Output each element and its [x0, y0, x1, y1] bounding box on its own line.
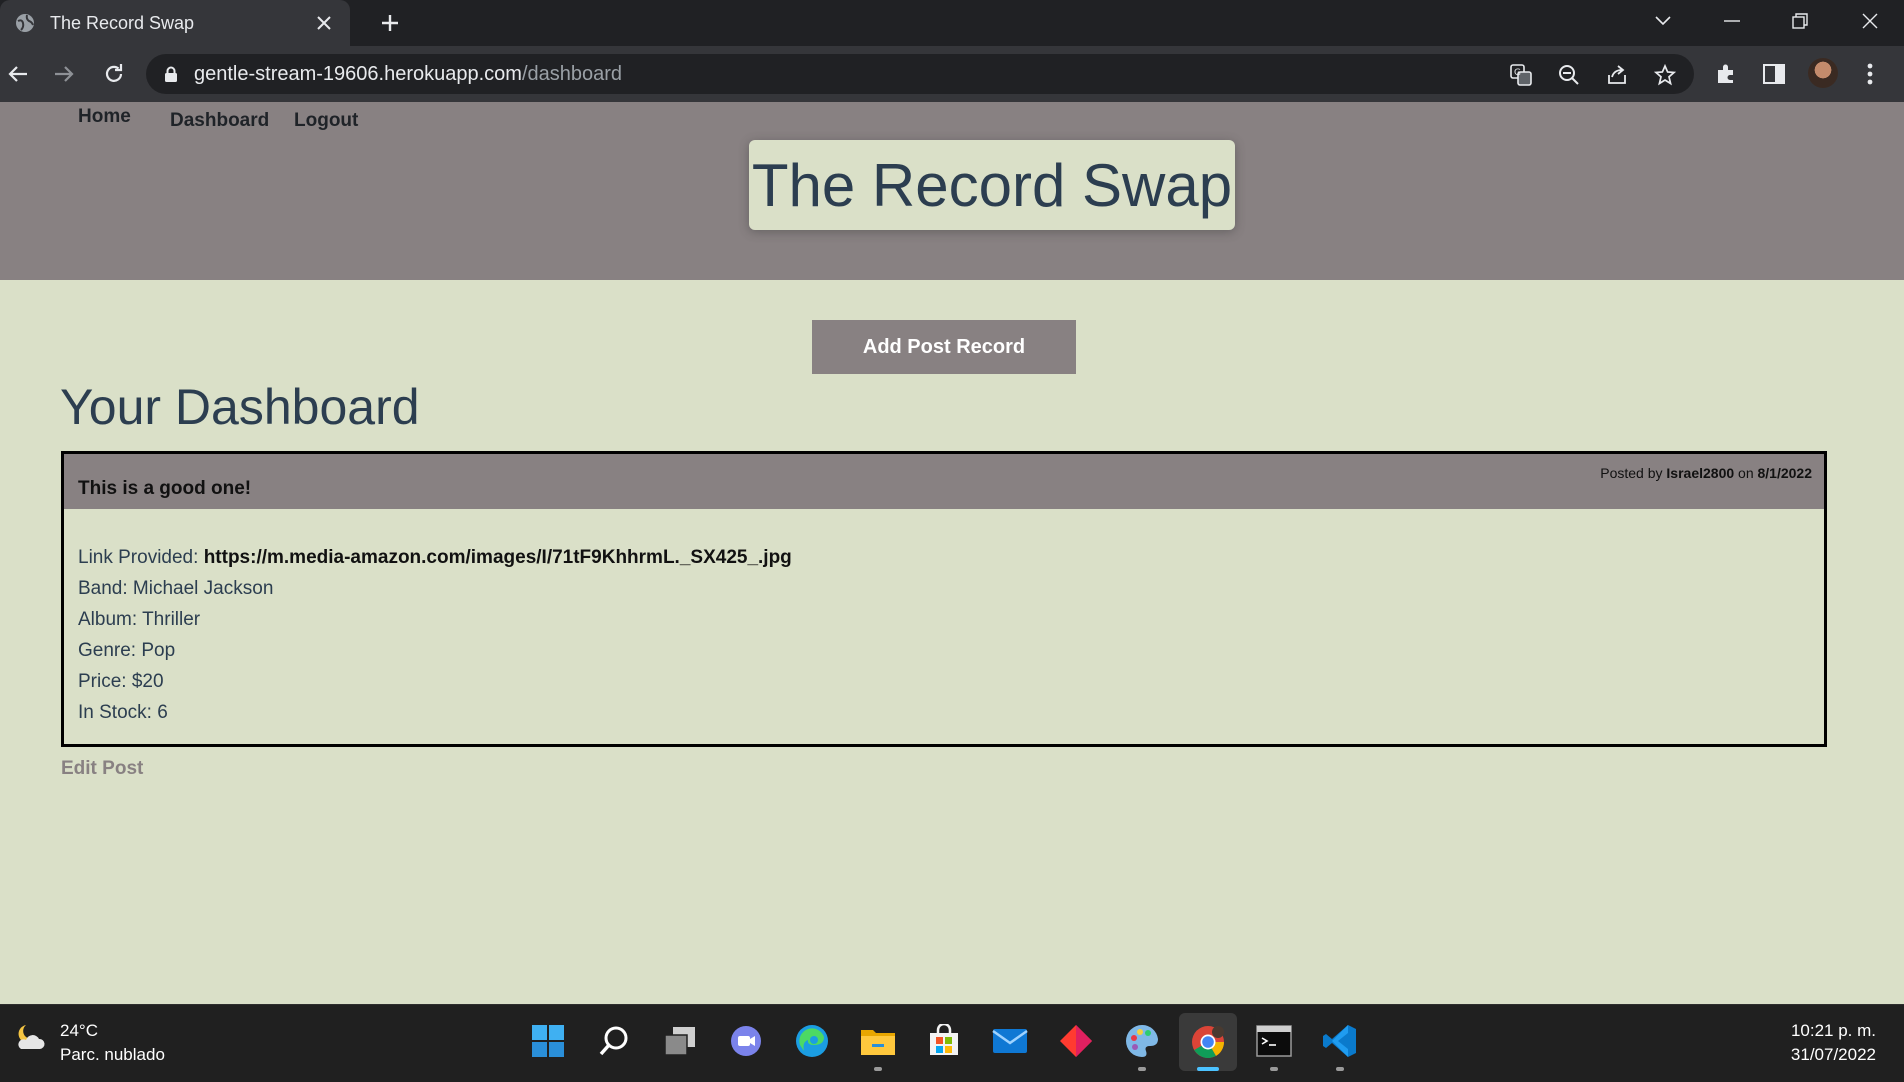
bookmark-star-icon[interactable] — [1652, 62, 1678, 88]
vscode-icon[interactable] — [1320, 1021, 1360, 1061]
new-tab-button[interactable] — [376, 9, 404, 37]
reload-icon[interactable] — [96, 56, 132, 92]
menu-kebab-icon[interactable] — [1856, 60, 1884, 88]
extensions-icon[interactable] — [1712, 60, 1740, 88]
back-arrow-icon[interactable] — [0, 56, 36, 92]
site-title: The Record Swap — [751, 151, 1233, 219]
forward-arrow-icon[interactable] — [46, 56, 82, 92]
profile-avatar[interactable] — [1808, 58, 1838, 88]
post-card: This is a good one! Posted by Israel2800… — [61, 451, 1827, 747]
weather-widget[interactable]: 24°C Parc. nublado — [12, 1019, 165, 1067]
url-text: gentle-stream-19606.herokuapp.com/dashbo… — [194, 63, 622, 86]
system-clock[interactable]: 10:21 p. m. 31/07/2022 — [1791, 1019, 1876, 1067]
search-icon[interactable] — [594, 1021, 634, 1061]
site-title-box: The Record Swap — [749, 140, 1235, 230]
nav-home-link[interactable]: Home — [78, 106, 131, 128]
page-title: Your Dashboard — [60, 379, 420, 435]
clock-time: 10:21 p. m. — [1790, 1021, 1876, 1040]
restore-icon[interactable] — [1780, 4, 1820, 38]
post-stock: In Stock: 6 — [78, 702, 168, 723]
nav-logout-link[interactable]: Logout — [294, 110, 358, 132]
post-price: Price: $20 — [78, 671, 164, 692]
post-meta: Posted by Israel2800 on 8/1/2022 — [1600, 465, 1812, 481]
zoom-out-icon[interactable] — [1556, 62, 1582, 88]
weather-condition: Parc. nublado — [60, 1045, 165, 1064]
edit-post-link[interactable]: Edit Post — [61, 758, 143, 780]
nav-dashboard-link[interactable]: Dashboard — [170, 110, 269, 132]
post-band: Band: Michael Jackson — [78, 578, 274, 599]
tab-title: The Record Swap — [50, 12, 195, 33]
browser-tab[interactable]: The Record Swap — [0, 0, 350, 46]
post-link-label: Link Provided: — [78, 547, 199, 568]
clock-date: 31/07/2022 — [1790, 1045, 1876, 1064]
post-meta-prefix: Posted by — [1600, 465, 1663, 481]
windows-taskbar: 24°C Parc. nublado 10:21 p. m. 31/07/202… — [0, 1004, 1904, 1082]
mail-icon[interactable] — [990, 1021, 1030, 1061]
file-explorer-icon[interactable] — [858, 1021, 898, 1061]
weather-temperature: 24°C — [60, 1021, 98, 1040]
task-view-icon[interactable] — [660, 1021, 700, 1061]
partly-cloudy-night-icon — [12, 1019, 48, 1055]
add-post-record-button[interactable]: Add Post Record — [812, 320, 1076, 374]
lock-icon[interactable] — [164, 65, 180, 83]
post-album: Album: Thriller — [78, 609, 201, 630]
paint-palette-icon[interactable] — [1122, 1021, 1162, 1061]
chrome-active-indicator — [1197, 1067, 1219, 1071]
post-date: 8/1/2022 — [1757, 465, 1813, 481]
terminal-running-indicator — [1270, 1067, 1278, 1071]
chrome-browser-icon[interactable] — [1179, 1013, 1237, 1071]
post-header: This is a good one! Posted by Israel2800… — [64, 454, 1824, 509]
windows-start-icon[interactable] — [528, 1021, 568, 1061]
microsoft-store-icon[interactable] — [924, 1021, 964, 1061]
post-link-line: Link Provided: https://m.media-amazon.co… — [78, 542, 792, 573]
site-header: Home Dashboard Logout The Record Swap — [0, 102, 1904, 280]
close-window-icon[interactable] — [1850, 4, 1890, 38]
terminal-icon[interactable] — [1254, 1021, 1294, 1061]
close-tab-icon[interactable] — [312, 11, 336, 35]
post-author: Israel2800 — [1666, 465, 1735, 481]
browser-tab-strip: The Record Swap — [0, 0, 1904, 46]
tab-search-icon[interactable] — [1643, 4, 1683, 38]
teams-chat-icon[interactable] — [726, 1021, 766, 1061]
git-diamond-icon[interactable] — [1056, 1021, 1096, 1061]
url-host: gentle-stream-19606.herokuapp.com — [194, 62, 522, 85]
post-link-value[interactable]: https://m.media-amazon.com/images/I/71tF… — [204, 547, 792, 568]
post-meta-on: on — [1738, 465, 1754, 481]
share-icon[interactable] — [1604, 62, 1630, 88]
browser-toolbar: gentle-stream-19606.herokuapp.com/dashbo… — [0, 46, 1904, 102]
minimize-icon[interactable] — [1712, 4, 1752, 38]
post-body: Link Provided: https://m.media-amazon.co… — [78, 542, 792, 728]
svg-text:G: G — [1514, 68, 1521, 78]
address-bar[interactable]: gentle-stream-19606.herokuapp.com/dashbo… — [146, 54, 1694, 94]
explorer-running-indicator — [874, 1067, 882, 1071]
post-genre: Genre: Pop — [78, 640, 176, 661]
url-path: /dashboard — [521, 62, 623, 85]
vscode-running-indicator — [1336, 1067, 1344, 1071]
side-panel-icon[interactable] — [1760, 60, 1788, 88]
globe-icon — [14, 12, 36, 34]
post-title: This is a good one! — [78, 478, 252, 499]
paint-running-indicator — [1138, 1067, 1146, 1071]
edge-browser-icon[interactable] — [792, 1021, 832, 1061]
translate-icon[interactable]: G — [1508, 62, 1534, 88]
